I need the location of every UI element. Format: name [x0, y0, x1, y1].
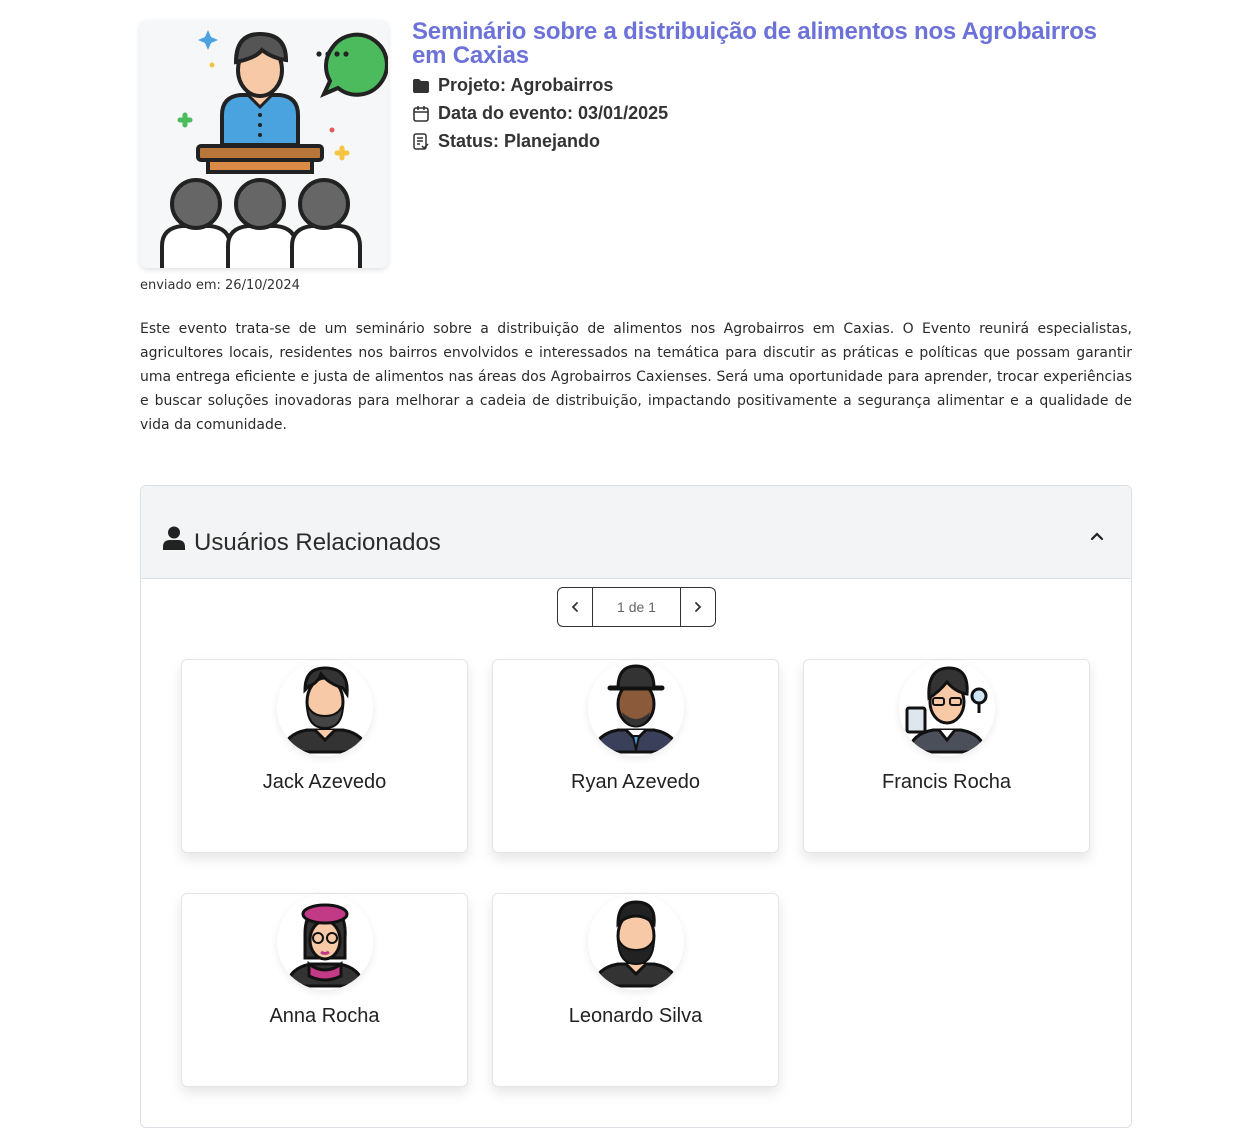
user-name: Francis Rocha	[882, 771, 1011, 793]
chevron-right-icon	[695, 602, 702, 612]
seminar-illustration-icon	[140, 20, 388, 268]
user-name: Ryan Azevedo	[571, 771, 700, 793]
chevron-up-icon[interactable]	[1085, 524, 1109, 548]
event-project: Projeto: Agrobairros	[438, 75, 614, 95]
event-status-row: Status: Planejando	[412, 131, 1132, 152]
related-users-header[interactable]: Usuários Relacionados	[141, 486, 1131, 579]
status-list-icon	[412, 133, 430, 151]
related-users-title: Usuários Relacionados	[194, 529, 441, 556]
chevron-left-icon	[571, 602, 578, 612]
bearded-man-avatar-icon	[588, 894, 684, 990]
event-description: Este evento trata-se de um seminário sob…	[140, 321, 1132, 433]
bearded-man-avatar-icon	[277, 660, 373, 756]
event-date-row: Data do evento: 03/01/2025	[412, 103, 1132, 124]
user-card[interactable]: Jack Azevedo	[181, 659, 468, 853]
event-image	[140, 20, 388, 268]
user-name: Jack Azevedo	[262, 771, 387, 793]
event-header: enviado em: 26/10/2024 Seminário sobre a…	[140, 20, 1132, 293]
event-info: Seminário sobre a distribuição de alimen…	[412, 20, 1132, 152]
event-project-row: Projeto: Agrobairros	[412, 75, 1132, 96]
next-page-button[interactable]	[680, 588, 715, 626]
user-name: Leonardo Silva	[568, 1005, 703, 1027]
user-card[interactable]: Francis Rocha	[803, 659, 1090, 853]
related-users-panel: Usuários Relacionados 1 de 1 Jack Azeved…	[140, 485, 1132, 1128]
event-date: Data do evento: 03/01/2025	[438, 103, 669, 123]
user-card[interactable]: Leonardo Silva	[492, 893, 779, 1087]
folder-icon	[412, 77, 430, 95]
user-card[interactable]: Ryan Azevedo	[492, 659, 779, 853]
previous-page-button[interactable]	[558, 588, 593, 626]
woman-beret-avatar-icon	[277, 894, 373, 990]
user-name: Anna Rocha	[269, 1005, 380, 1027]
event-title: Seminário sobre a distribuição de alimen…	[412, 18, 1097, 69]
sent-date: enviado em: 26/10/2024	[140, 278, 300, 293]
calendar-icon	[412, 105, 430, 123]
inspector-avatar-icon	[899, 660, 995, 756]
page-indicator: 1 de 1	[617, 599, 656, 615]
user-card[interactable]: Anna Rocha	[181, 893, 468, 1087]
event-status: Status: Planejando	[438, 131, 601, 151]
pagination: 1 de 1	[557, 587, 716, 627]
man-with-hat-avatar-icon	[588, 660, 684, 756]
user-icon	[163, 526, 185, 554]
